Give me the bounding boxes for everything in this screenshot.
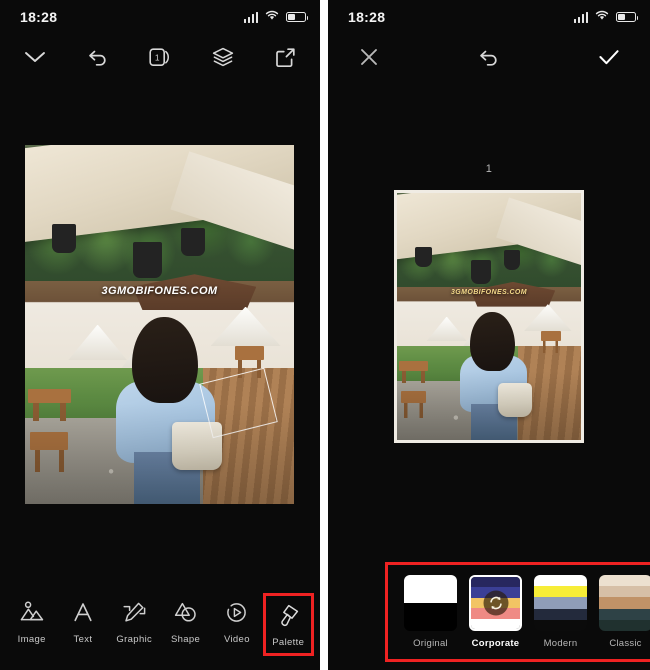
- status-clock: 18:28: [20, 9, 58, 25]
- tool-shape[interactable]: Shape: [160, 593, 211, 650]
- cellular-signal-icon: [573, 11, 588, 23]
- undo-button[interactable]: [81, 40, 115, 74]
- tool-text[interactable]: Text: [57, 593, 108, 650]
- battery-icon: [286, 11, 309, 23]
- video-icon: [224, 599, 250, 625]
- right-screen: 18:28 1 3GMOBIFONES.COM Original Corpora…: [328, 0, 650, 670]
- editor-canvas-left[interactable]: 3GMOBIFONES.COM: [25, 145, 294, 504]
- page-count-badge: 1: [155, 53, 160, 63]
- left-screen: 18:28 1 3GMOBIFONES.COM Image Text Graph…: [0, 0, 320, 670]
- palette-swatch: [534, 575, 587, 631]
- palette-picker-strip[interactable]: Original Corporate Modern Classic: [388, 565, 650, 659]
- tool-graphic[interactable]: Graphic: [109, 593, 160, 650]
- photo-artwork: 3GMOBIFONES.COM: [25, 145, 294, 504]
- refresh-shuffle-icon[interactable]: [483, 590, 508, 616]
- editor-canvas-right[interactable]: 3GMOBIFONES.COM: [394, 190, 584, 443]
- tool-label: Text: [73, 634, 93, 645]
- status-bar-right: 18:28: [328, 0, 650, 34]
- tool-label: Image: [17, 634, 46, 645]
- status-icon-group: [573, 8, 639, 26]
- top-action-bar-right: [328, 34, 650, 80]
- status-bar-left: 18:28: [0, 0, 320, 34]
- wifi-icon: [595, 8, 609, 26]
- palette-swatch: [404, 575, 457, 631]
- palette-option-original[interactable]: Original: [404, 575, 457, 649]
- shape-icon: [173, 599, 199, 625]
- tool-label: Shape: [170, 634, 201, 645]
- confirm-button[interactable]: [592, 40, 626, 74]
- layers-button[interactable]: [206, 40, 240, 74]
- pages-button[interactable]: 1: [143, 40, 177, 74]
- status-clock: 18:28: [348, 9, 386, 25]
- cellular-signal-icon: [243, 11, 258, 23]
- tool-palette[interactable]: Palette: [262, 593, 314, 656]
- palette-swatch: [599, 575, 650, 631]
- palette-label: Corporate: [471, 638, 520, 649]
- palette-icon: [275, 602, 301, 628]
- panel-divider: [320, 0, 328, 670]
- tool-image[interactable]: Image: [6, 593, 57, 650]
- collapse-button[interactable]: [18, 40, 52, 74]
- screenshot-root: 18:28 1 3GMOBIFONES.COM Image Text Graph…: [0, 0, 650, 670]
- close-button[interactable]: [352, 40, 386, 74]
- text-icon: [70, 599, 96, 625]
- wifi-icon: [265, 8, 279, 26]
- tool-label: Video: [223, 634, 250, 645]
- palette-picker-highlight: Original Corporate Modern Classic: [385, 562, 650, 662]
- palette-label: Original: [413, 638, 448, 649]
- battery-icon: [616, 11, 639, 23]
- status-icon-group: [243, 8, 309, 26]
- undo-button[interactable]: [472, 40, 506, 74]
- palette-label: Classic: [609, 638, 642, 649]
- tool-video[interactable]: Video: [211, 593, 262, 650]
- bottom-toolbar-left: Image Text Graphic Shape Video Palette: [0, 593, 320, 656]
- tool-label: Palette: [272, 637, 305, 648]
- tool-label: Graphic: [116, 634, 153, 645]
- top-action-bar-left: 1: [0, 34, 320, 80]
- graphic-icon: [121, 599, 147, 625]
- palette-option-corporate[interactable]: Corporate: [469, 575, 522, 649]
- slide-number-label: 1: [485, 163, 493, 175]
- palette-swatch: [469, 575, 522, 631]
- image-icon: [19, 599, 45, 625]
- photo-artwork: 3GMOBIFONES.COM: [397, 193, 581, 440]
- export-button[interactable]: [268, 40, 302, 74]
- palette-label: Modern: [543, 638, 578, 649]
- palette-option-modern[interactable]: Modern: [534, 575, 587, 649]
- palette-option-classic[interactable]: Classic: [599, 575, 650, 649]
